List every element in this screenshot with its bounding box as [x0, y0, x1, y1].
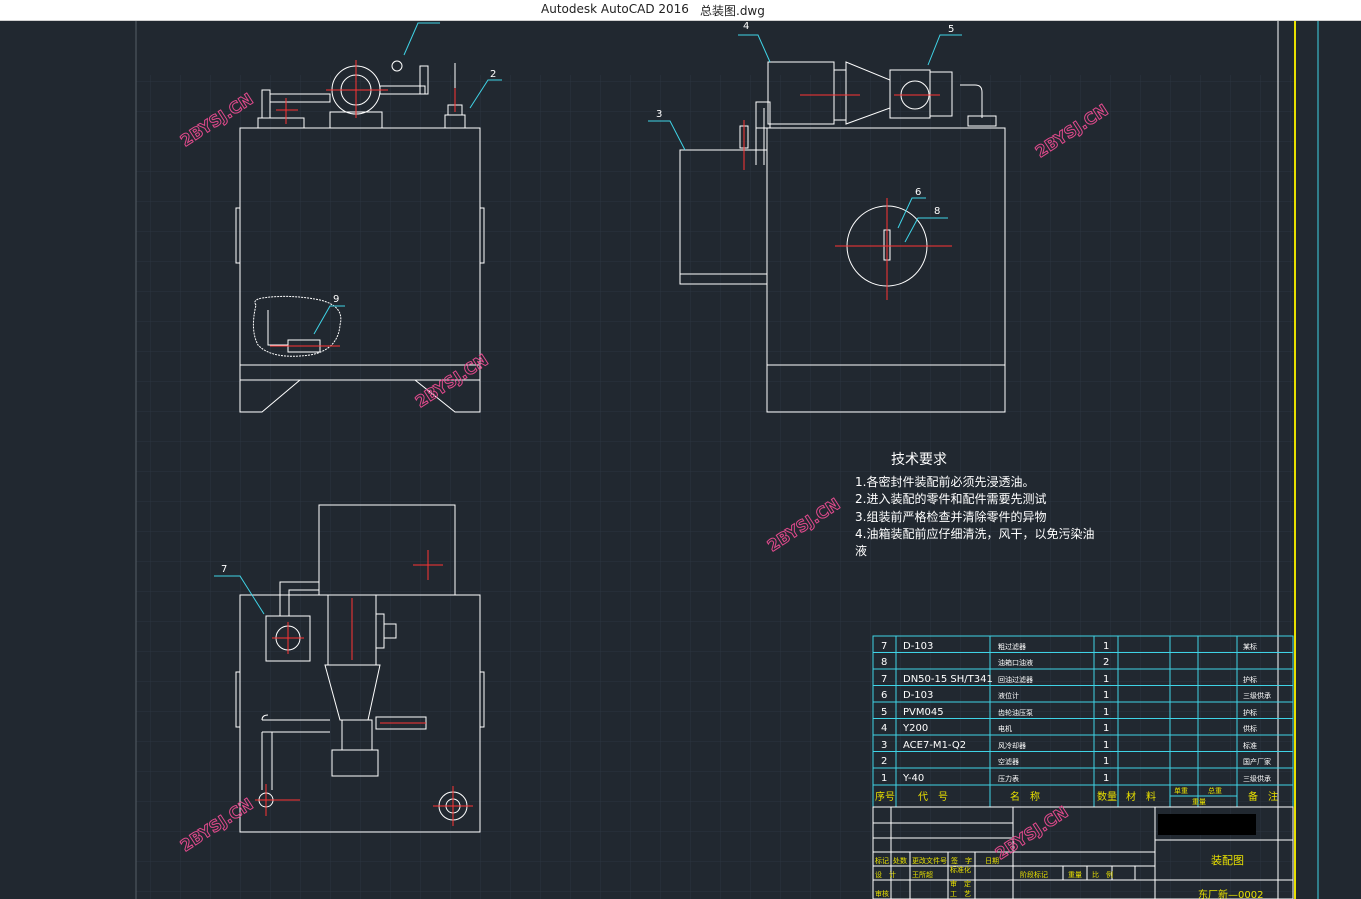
bom-header-material: 材 料 — [1126, 790, 1156, 803]
bom-qty: 1 — [1103, 641, 1109, 652]
redacted-logo-block — [1158, 814, 1256, 835]
bom-code: ACE7-M1-Q2 — [903, 740, 966, 751]
balloon-3: 3 — [656, 109, 662, 120]
bom-name: 空滤器 — [998, 757, 1019, 766]
balloon-2: 2 — [490, 69, 496, 80]
bom-header-name: 名 称 — [1010, 790, 1040, 803]
tb-sign: 签 字 — [951, 856, 972, 865]
tb-date: 日期 — [985, 857, 999, 865]
bom-note: 供标 — [1243, 724, 1257, 733]
tb-mark: 标记 — [875, 856, 889, 865]
drawing-canvas[interactable]: 1 2 9 4 5 3 6 8 — [0, 21, 1361, 899]
balloon-6: 6 — [915, 187, 921, 198]
bom-no: 6 — [881, 690, 887, 701]
balloon-8: 8 — [934, 206, 940, 217]
bom-name: 风冷却器 — [998, 741, 1026, 750]
bom-note: 某标 — [1243, 642, 1257, 651]
bom-no: 2 — [881, 756, 887, 767]
tb-review: 审 定 — [950, 879, 971, 888]
tech-title: 技术要求 — [891, 452, 947, 468]
bom-no: 5 — [881, 707, 887, 718]
bom-header-weight: 重量 — [1192, 798, 1206, 806]
tech-item-3: 3.组装前严格检查并清除零件的异物 — [855, 509, 1046, 524]
tech-item-1: 1.各密封件装配前必须先浸透油。 — [855, 474, 1034, 489]
balloon-5: 5 — [948, 24, 954, 35]
bom-no: 7 — [881, 674, 887, 685]
bom-name: 齿轮油压泵 — [998, 708, 1033, 717]
bom-header-remark: 备 注 — [1248, 790, 1278, 803]
bom-header-no: 序号 — [875, 790, 895, 803]
tb-standard: 标准化 — [950, 865, 971, 874]
bom-name: 回油过滤器 — [998, 675, 1033, 684]
bom-code: PVM045 — [903, 707, 944, 718]
tech-item-4: 4.油箱装配前应仔细清洗，风干，以免污染油 — [855, 526, 1094, 541]
bom-no: 4 — [881, 723, 887, 734]
tb-scale: 比 例 — [1092, 870, 1113, 879]
bom-no: 7 — [881, 641, 887, 652]
bom-no: 8 — [881, 657, 887, 668]
bom-note: 三级供承 — [1243, 774, 1271, 783]
bom-name: 粗过滤器 — [998, 642, 1026, 651]
bom-note: 护标 — [1243, 675, 1257, 684]
bom-header-total: 总重 — [1208, 786, 1222, 795]
bom-qty: 1 — [1103, 674, 1109, 685]
title-bar: Autodesk AutoCAD 2016 总装图.dwg — [0, 0, 1361, 21]
bom-name: 压力表 — [998, 774, 1019, 783]
tb-doc: 更改文件号 — [912, 856, 947, 865]
bom-qty: 1 — [1103, 723, 1109, 734]
tb-count: 处数 — [893, 856, 907, 865]
bom-code: Y-40 — [902, 773, 924, 784]
bom-code: DN50-15 SH/T341 — [903, 674, 993, 685]
app-title: Autodesk AutoCAD 2016 — [541, 2, 689, 16]
bom-note: 国产厂家 — [1243, 757, 1271, 766]
balloon-1: 1 — [428, 21, 434, 24]
file-name: 总装图.dwg — [700, 4, 765, 18]
bom-qty: 1 — [1103, 773, 1109, 784]
bom-qty: 1 — [1103, 756, 1109, 767]
bom-note: 护标 — [1243, 708, 1257, 717]
bom-qty: 1 — [1103, 740, 1109, 751]
bom-qty: 2 — [1103, 657, 1109, 668]
bom-header-code: 代 号 — [918, 791, 948, 803]
bom-code: D-103 — [903, 641, 933, 652]
drawing-title: 装配图 — [1211, 854, 1244, 867]
balloon-4: 4 — [743, 21, 749, 32]
bom-name: 液位计 — [998, 691, 1019, 700]
bom-name: 油箱口油液 — [998, 658, 1033, 667]
tb-designer: 王所超 — [912, 870, 933, 879]
tech-item-5: 液 — [855, 543, 867, 558]
tb-stage: 阶段标记 — [1020, 870, 1048, 879]
bom-code: Y200 — [902, 723, 928, 734]
bom-qty: 1 — [1103, 707, 1109, 718]
bom-no: 1 — [881, 773, 887, 784]
balloon-7: 7 — [221, 564, 227, 575]
drawing-number: 东厂新—0002 — [1198, 888, 1263, 899]
bom-note: 三级供承 — [1243, 691, 1271, 700]
bom-header-single: 单重 — [1174, 786, 1188, 795]
bom-note: 标准 — [1243, 741, 1257, 750]
tb-process: 工 艺 — [950, 890, 971, 898]
tb-design: 设 计 — [875, 870, 896, 879]
bom-code: D-103 — [903, 690, 933, 701]
tech-item-2: 2.进入装配的零件和配件需要先测试 — [855, 491, 1046, 506]
bom-no: 3 — [881, 740, 887, 751]
bom-qty: 1 — [1103, 690, 1109, 701]
tb-weight: 重量 — [1068, 871, 1082, 879]
bom-name: 电机 — [998, 724, 1012, 733]
balloon-9: 9 — [333, 294, 339, 305]
bom-header-qty: 数量 — [1097, 790, 1117, 803]
tb-check: 审核 — [875, 889, 889, 898]
